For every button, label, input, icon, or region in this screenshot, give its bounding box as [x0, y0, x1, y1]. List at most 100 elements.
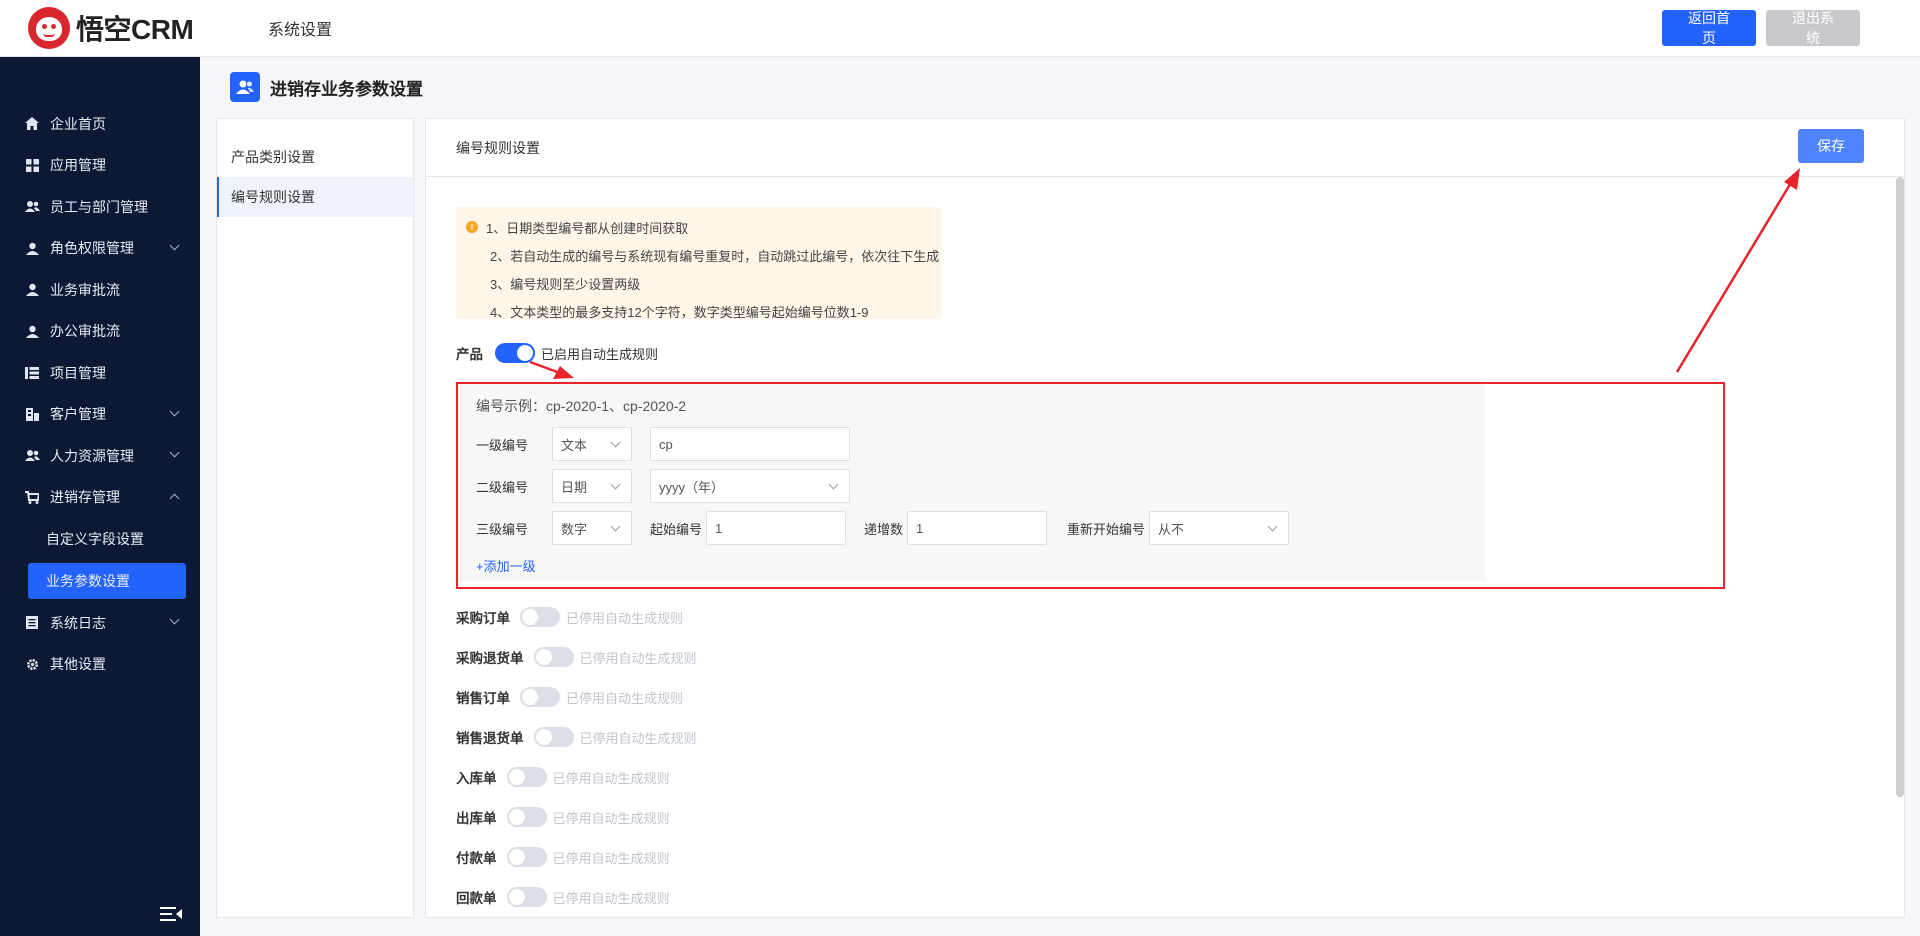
rule-row-receipt: 回款单 已停用自动生成规则 [456, 887, 670, 907]
warning-icon: ! [466, 221, 478, 233]
panel-title: 编号规则设置 [456, 139, 540, 156]
top-header: 悟空CRM 系统设置 返回首页 退出系统 [0, 0, 1920, 57]
sidebar-item-customers[interactable]: 客户管理 [0, 394, 200, 436]
sidebar-item-staff[interactable]: 员工与部门管理 [0, 186, 200, 228]
rule-toggle[interactable] [533, 727, 574, 747]
rule-label: 付款单 [456, 851, 497, 866]
rule-toggle[interactable] [506, 767, 547, 787]
toggle-state-text: 已启用自动生成规则 [541, 346, 659, 362]
chevron-up-icon [169, 493, 180, 503]
product-rule-toggle[interactable] [495, 343, 535, 363]
sidebar-subitem-custom-fields[interactable]: 自定义字段设置 [0, 518, 200, 560]
users-settings-icon [230, 72, 260, 102]
apps-grid-icon [24, 157, 40, 173]
tip-line: 4、文本类型的最多支持12个字符，数字类型编号起始编号位数1-9 [466, 297, 941, 325]
panel-header: 编号规则设置 [426, 119, 1904, 177]
menu-collapse-icon[interactable] [160, 906, 182, 922]
toggle-state-text: 已停用自动生成规则 [552, 770, 670, 786]
sidebar-item-label: 进销存管理 [50, 489, 120, 506]
toggle-state-text: 已停用自动生成规则 [552, 850, 670, 866]
tip-text: 3、编号规则至少设置两级 [490, 276, 641, 292]
toggle-state-text: 已停用自动生成规则 [552, 890, 670, 906]
rule-row-sales-return: 销售退货单 已停用自动生成规则 [456, 727, 697, 747]
sidebar-item-other-settings[interactable]: 其他设置 [0, 644, 200, 686]
rule-row-purchase-order: 采购订单 已停用自动生成规则 [456, 607, 683, 627]
document-icon [24, 615, 40, 631]
submenu-item-label: 编号规则设置 [231, 189, 315, 205]
sidebar-item-roles[interactable]: 角色权限管理 [0, 228, 200, 270]
section-title: 系统设置 [268, 22, 333, 39]
toggle-state-text: 已停用自动生成规则 [579, 730, 697, 746]
sidebar-item-projects[interactable]: 项目管理 [0, 352, 200, 394]
save-button[interactable]: 保存 [1798, 129, 1864, 163]
tip-line: 3、编号规则至少设置两级 [466, 269, 941, 297]
users-icon [24, 448, 40, 464]
home-icon [24, 116, 40, 132]
sidebar-item-inventory[interactable]: 进销存管理 [0, 477, 200, 519]
sidebar-item-label: 企业首页 [50, 115, 106, 132]
sidebar-item-business-approval[interactable]: 业务审批流 [0, 269, 200, 311]
home-button[interactable]: 返回首页 [1662, 10, 1756, 46]
rule-toggle[interactable] [533, 647, 574, 667]
rule-toggle[interactable] [520, 687, 560, 707]
sidebar-item-label: 其他设置 [50, 656, 106, 673]
rule-toggle[interactable] [506, 807, 547, 827]
logo[interactable]: 悟空CRM [28, 7, 220, 49]
submenu-item-numbering-rules[interactable]: 编号规则设置 [217, 177, 413, 217]
rule-label: 入库单 [456, 771, 497, 786]
sidebar-item-home[interactable]: 企业首页 [0, 103, 200, 145]
sidebar-item-label: 员工与部门管理 [50, 198, 148, 215]
submenu-item-product-category[interactable]: 产品类别设置 [217, 137, 413, 177]
chevron-down-icon [169, 240, 180, 250]
sidebar-subitem-business-params[interactable]: 业务参数设置 [28, 563, 186, 599]
tip-text: 4、文本类型的最多支持12个字符，数字类型编号起始编号位数1-9 [490, 304, 869, 320]
product-rule-row: 产品 已启用自动生成规则 [456, 343, 658, 363]
chevron-down-icon [169, 614, 180, 625]
rule-label: 采购退货单 [456, 651, 524, 666]
chevron-down-icon [169, 447, 180, 458]
logout-button[interactable]: 退出系统 [1766, 10, 1860, 46]
scrollbar[interactable] [1896, 177, 1904, 797]
rule-row-sales-order: 销售订单 已停用自动生成规则 [456, 687, 683, 707]
cart-icon [24, 489, 40, 505]
tips-box: ! 1、日期类型编号都从创建时间获取 2、若自动生成的编号与系统现有编号重复时，… [456, 207, 941, 320]
toggle-state-text: 已停用自动生成规则 [566, 690, 684, 706]
rule-toggle[interactable] [506, 887, 547, 907]
chevron-down-icon [169, 406, 180, 416]
sidebar: 企业首页 应用管理 员工与部门管理 角色权限管理 业务审批流 办公审批流 项目管… [0, 57, 200, 936]
gear-icon [24, 656, 40, 672]
sidebar-item-label: 办公审批流 [50, 323, 120, 340]
sidebar-item-office-approval[interactable]: 办公审批流 [0, 311, 200, 353]
sidebar-item-hr[interactable]: 人力资源管理 [0, 435, 200, 477]
rule-label: 销售订单 [456, 691, 510, 706]
rule-row-inbound: 入库单 已停用自动生成规则 [456, 767, 670, 787]
sidebar-item-label: 自定义字段设置 [46, 531, 144, 547]
sidebar-item-label: 项目管理 [50, 364, 106, 381]
toggle-state-text: 已停用自动生成规则 [552, 810, 670, 826]
rule-label: 销售退货单 [456, 731, 524, 746]
rule-toggle[interactable] [506, 847, 547, 867]
rule-row-outbound: 出库单 已停用自动生成规则 [456, 807, 670, 827]
user-icon [24, 323, 40, 339]
sidebar-item-system-log[interactable]: 系统日志 [0, 602, 200, 644]
page-title: 进销存业务参数设置 [270, 79, 423, 99]
sidebar-item-label: 业务审批流 [50, 281, 120, 298]
rule-label: 产品 [456, 347, 483, 362]
sidebar-item-label: 业务参数设置 [46, 573, 130, 589]
list-icon [24, 365, 40, 381]
tip-text: 1、日期类型编号都从创建时间获取 [486, 220, 689, 236]
sidebar-item-label: 角色权限管理 [50, 240, 134, 257]
toggle-state-text: 已停用自动生成规则 [566, 610, 684, 626]
sidebar-item-label: 人力资源管理 [50, 447, 134, 464]
submenu-item-label: 产品类别设置 [231, 149, 315, 165]
settings-submenu: 产品类别设置 编号规则设置 [216, 118, 414, 918]
sidebar-item-apps[interactable]: 应用管理 [0, 145, 200, 187]
tip-text: 2、若自动生成的编号与系统现有编号重复时，自动跳过此编号，依次往下生成 [490, 248, 940, 264]
rule-toggle[interactable] [520, 607, 560, 627]
building-icon [24, 406, 40, 422]
tip-line: 2、若自动生成的编号与系统现有编号重复时，自动跳过此编号，依次往下生成 [466, 241, 941, 269]
rule-label: 采购订单 [456, 611, 510, 626]
sidebar-item-label: 系统日志 [50, 614, 106, 631]
tip-line: ! 1、日期类型编号都从创建时间获取 [466, 213, 941, 241]
users-icon [24, 199, 40, 215]
